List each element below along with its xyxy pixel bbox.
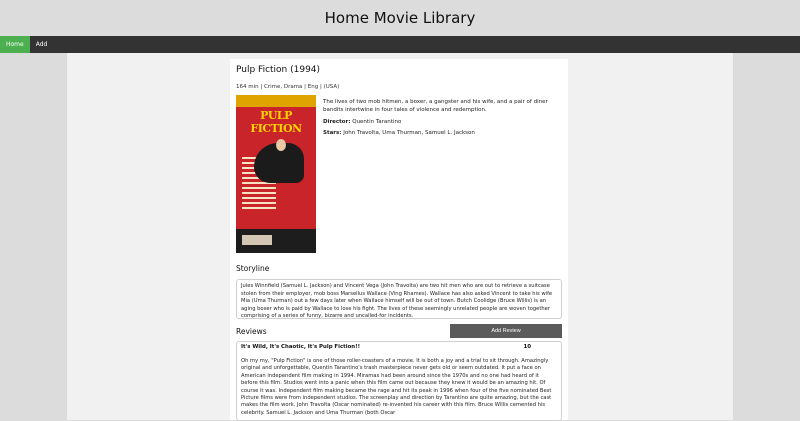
reviews-bar: Reviews Add Review: [236, 324, 562, 338]
movie-details: The lives of two mob hitmen, a boxer, a …: [316, 95, 562, 253]
poster-banner: [236, 95, 316, 107]
storyline-heading: Storyline: [236, 264, 270, 273]
nav-home-link[interactable]: Home: [0, 36, 30, 53]
review-item: It's Wild, It's Chaotic, It's Pulp Ficti…: [236, 341, 562, 421]
movie-card: Pulp Fiction (1994) 164 min | Crime, Dra…: [230, 59, 568, 421]
director-label: Director:: [323, 119, 351, 125]
page-background: Pulp Fiction (1994) 164 min | Crime, Dra…: [67, 53, 733, 421]
site-title: Home Movie Library: [324, 9, 476, 27]
review-body: Oh my my, "Pulp Fiction" is one of those…: [241, 358, 552, 416]
review-rating: 10: [523, 344, 531, 350]
site-header: Home Movie Library: [0, 0, 800, 36]
review-title: It's Wild, It's Chaotic, It's Pulp Ficti…: [241, 344, 361, 350]
movie-overview: PULP FICTION The lives of two mob hitmen…: [236, 95, 562, 253]
movie-title: Pulp Fiction (1994): [236, 65, 321, 75]
reviews-heading: Reviews: [236, 326, 267, 336]
review-header: It's Wild, It's Chaotic, It's Pulp Ficti…: [241, 344, 557, 350]
movie-stars: Stars: John Travolta, Uma Thurman, Samue…: [323, 130, 562, 136]
movie-poster: PULP FICTION: [236, 95, 316, 253]
stars-label: Stars:: [323, 130, 342, 136]
stars-value: John Travolta, Uma Thurman, Samuel L. Ja…: [343, 130, 475, 136]
director-value: Quentin Tarantino: [352, 119, 402, 125]
poster-footer: [236, 229, 316, 253]
storyline-text: Jules Winnfield (Samuel L. Jackson) and …: [236, 279, 562, 319]
top-navbar: Home Add: [0, 36, 800, 53]
add-review-button[interactable]: Add Review: [450, 324, 562, 338]
poster-title: PULP FICTION: [250, 109, 302, 135]
movie-director: Director: Quentin Tarantino: [323, 119, 562, 125]
movie-meta: 164 min | Crime, Drama | Eng | (USA): [236, 84, 340, 90]
movie-plot: The lives of two mob hitmen, a boxer, a …: [323, 99, 548, 113]
poster-face: [276, 139, 286, 151]
nav-add-link[interactable]: Add: [30, 36, 54, 53]
